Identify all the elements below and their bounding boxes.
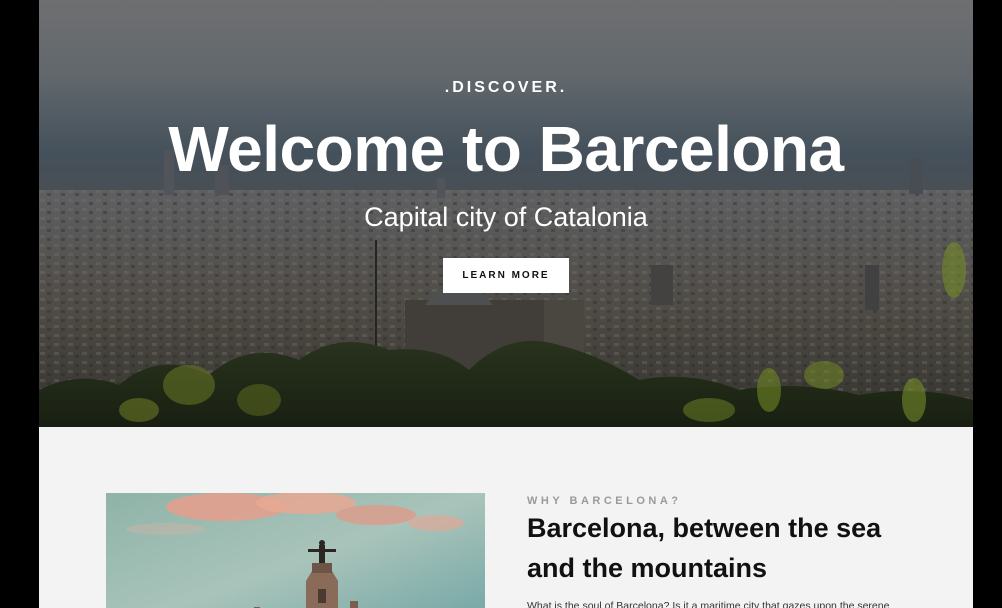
- page: .DISCOVER. Welcome to Barcelona Capital …: [39, 0, 973, 608]
- about-text: What is the soul of Barcelona? Is it a m…: [527, 600, 890, 608]
- hero-subtitle: Capital city of Catalonia: [364, 202, 648, 232]
- about-image: [106, 493, 485, 608]
- tibidabo-church-image: [106, 493, 485, 608]
- about-heading: Barcelona, between the sea and the mount…: [527, 513, 882, 583]
- about-kicker: WHY BARCELONA?: [527, 495, 682, 507]
- hero-section: .DISCOVER. Welcome to Barcelona Capital …: [39, 0, 973, 427]
- hero-title: Welcome to Barcelona: [168, 113, 844, 185]
- hero-kicker: .DISCOVER.: [444, 79, 568, 96]
- learn-more-button[interactable]: LEARN MORE: [443, 258, 569, 293]
